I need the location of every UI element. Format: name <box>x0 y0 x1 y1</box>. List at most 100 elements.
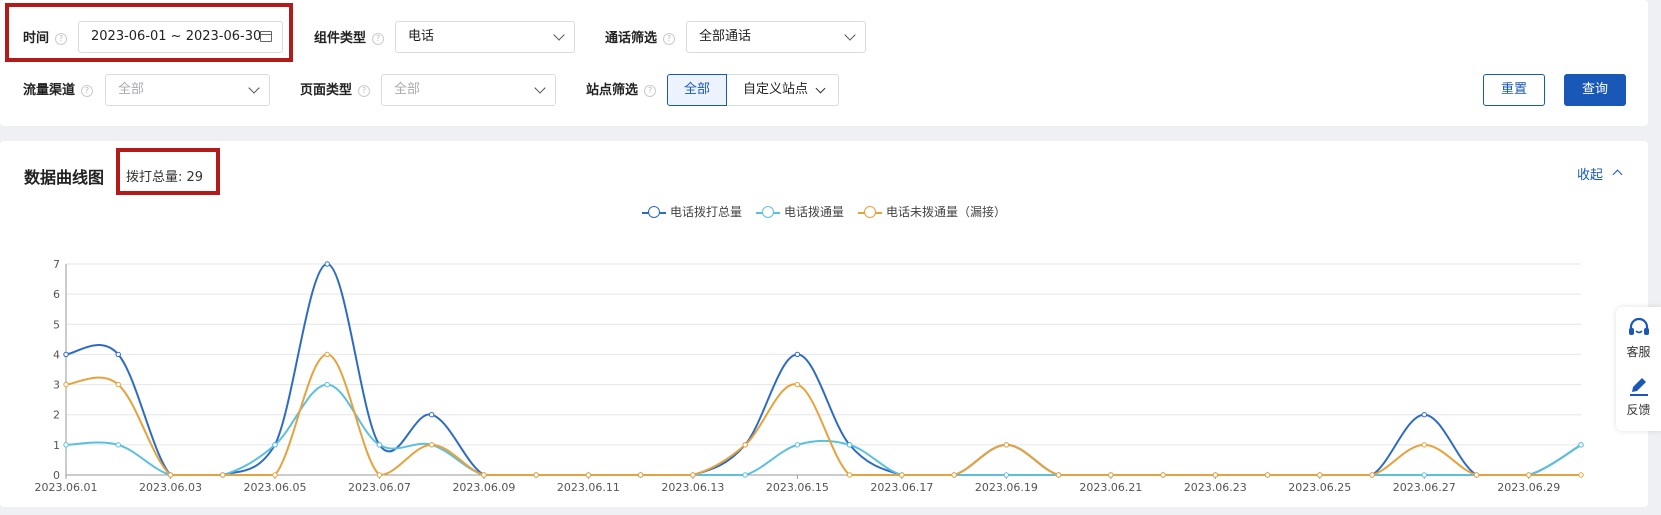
data-point <box>1421 472 1427 478</box>
data-point <box>899 472 905 478</box>
data-point <box>115 351 121 358</box>
reset-button[interactable]: 重置 <box>1483 74 1545 106</box>
question-circle-icon[interactable]: ? <box>644 85 657 97</box>
x-tick-label: 2023.06.13 <box>661 481 724 494</box>
data-point <box>533 472 539 478</box>
data-point <box>846 442 853 448</box>
chevron-down-icon <box>553 29 565 41</box>
data-point <box>324 351 330 358</box>
x-tick-label: 2023.06.03 <box>139 481 202 494</box>
site-custom-label: 自定义站点 <box>743 82 809 97</box>
data-point <box>324 381 330 388</box>
chevron-down-icon <box>815 83 826 94</box>
feedback-button[interactable]: 反馈 <box>1616 375 1661 418</box>
question-circle-icon[interactable]: ? <box>81 85 94 97</box>
x-tick-label: 2023.06.25 <box>1288 481 1351 494</box>
data-point <box>1421 442 1427 448</box>
data-point <box>1212 472 1219 478</box>
data-point <box>63 442 69 448</box>
data-point <box>1055 472 1062 478</box>
question-circle-icon[interactable]: ? <box>372 33 385 45</box>
x-tick-label: 2023.06.29 <box>1497 481 1560 494</box>
component-type-select[interactable]: 电话 <box>395 21 575 53</box>
data-point <box>1317 472 1323 478</box>
call-filter-value: 全部通话 <box>699 29 752 44</box>
y-tick-label: 1 <box>53 439 60 452</box>
customer-service-button[interactable]: 客服 <box>1616 317 1661 360</box>
x-tick-label: 2023.06.01 <box>35 481 98 494</box>
data-point <box>220 472 226 478</box>
y-tick-label: 3 <box>53 379 60 392</box>
component-type-label: 组件类型? <box>314 27 385 46</box>
line-chart: 012345672023.06.01 2023.06.03 2023.06.05 20… <box>35 258 1584 494</box>
channel-label: 流量渠道? <box>23 79 94 98</box>
customer-service-label: 客服 <box>1626 345 1651 359</box>
highlight-box <box>5 3 293 62</box>
data-point <box>167 472 174 478</box>
channel-select[interactable]: 全部 <box>105 74 270 106</box>
chart-panel: 数据曲线图 拨打总量: 29 收起 电话拨打总量 电话拨通量 电话未拨通量（漏接… <box>0 141 1648 507</box>
y-tick-label: 2 <box>53 409 60 422</box>
chevron-down-icon <box>248 82 260 94</box>
x-tick-label: 2023.06.27 <box>1393 481 1456 494</box>
data-point <box>1473 472 1480 478</box>
data-point <box>742 472 748 478</box>
data-point <box>1160 472 1166 478</box>
call-filter-select[interactable]: 全部通话 <box>686 21 866 53</box>
chevron-down-icon <box>534 82 546 94</box>
data-point <box>324 261 330 267</box>
page-type-placeholder: 全部 <box>394 82 421 97</box>
data-point <box>637 472 644 478</box>
pencil-icon <box>1629 378 1648 396</box>
data-point <box>1003 442 1010 448</box>
chevron-down-icon <box>844 29 856 41</box>
data-point <box>428 412 435 418</box>
data-point <box>1578 472 1584 478</box>
question-circle-icon[interactable]: ? <box>358 85 371 97</box>
data-point <box>63 381 69 388</box>
data-point <box>272 472 278 478</box>
component-type-value: 电话 <box>408 29 435 44</box>
site-custom-dropdown[interactable]: 自定义站点 <box>727 74 840 106</box>
query-button[interactable]: 查询 <box>1564 74 1626 106</box>
data-point <box>846 472 853 478</box>
site-all-button[interactable]: 全部 <box>667 74 728 106</box>
feedback-label: 反馈 <box>1626 403 1651 417</box>
data-point <box>794 442 801 448</box>
x-tick-label: 2023.06.15 <box>766 481 829 494</box>
highlight-box <box>116 148 220 195</box>
data-point <box>428 442 435 448</box>
data-point <box>376 472 383 478</box>
y-tick-label: 4 <box>53 348 60 361</box>
data-point <box>115 381 121 388</box>
y-tick-label: 6 <box>53 288 60 301</box>
question-circle-icon[interactable]: ? <box>663 33 676 45</box>
data-point <box>376 442 383 448</box>
call-filter-label: 通话筛选? <box>605 27 676 46</box>
side-toolbar: 客服 反馈 <box>1616 307 1661 431</box>
data-point <box>690 472 696 478</box>
x-tick-label: 2023.06.07 <box>348 481 411 494</box>
data-point <box>1003 472 1010 478</box>
x-tick-label: 2023.06.05 <box>243 481 306 494</box>
series-line-0 <box>65 262 1582 476</box>
y-tick-label: 7 <box>53 258 60 271</box>
data-point <box>1369 472 1375 478</box>
data-point <box>951 472 957 478</box>
site-filter-label: 站点筛选? <box>586 79 657 98</box>
data-point <box>1264 472 1271 478</box>
x-tick-label: 2023.06.23 <box>1184 481 1247 494</box>
data-point <box>794 351 801 358</box>
data-point <box>1108 472 1114 478</box>
data-point <box>481 472 487 478</box>
site-filter-segment: 全部 自定义站点 <box>667 74 840 106</box>
data-point <box>1578 442 1584 448</box>
channel-placeholder: 全部 <box>118 82 145 97</box>
headset-icon <box>1628 317 1649 335</box>
x-tick-label: 2023.06.19 <box>975 481 1038 494</box>
data-point <box>63 351 69 358</box>
data-point <box>742 442 748 448</box>
page-type-select[interactable]: 全部 <box>381 74 556 106</box>
x-tick-label: 2023.06.11 <box>557 481 620 494</box>
x-tick-label: 2023.06.17 <box>870 481 933 494</box>
